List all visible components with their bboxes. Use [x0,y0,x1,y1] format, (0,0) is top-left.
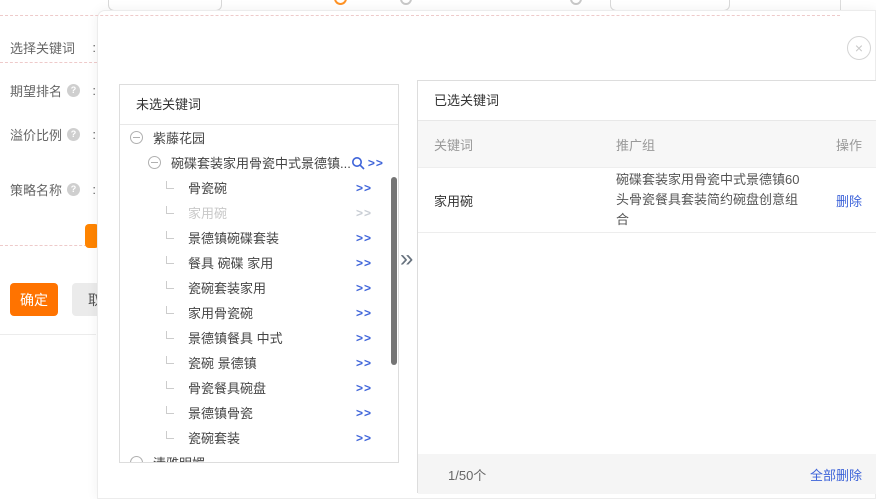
cell-group: 碗碟套装家用骨瓷中式景德镇60头骨瓷餐具套装简约碗盘创意组合 [600,170,820,230]
add-keyword-button[interactable]: >> [356,331,372,345]
branch-icon [166,231,174,239]
keyword-item: 家用骨瓷碗 >> [120,300,398,325]
keyword-count: 1/50个 [448,465,486,484]
column-keyword: 关键词 [418,135,600,154]
unselected-keywords-panel: 未选关键词 紫藤花园 碗碟套装家用骨瓷中式景德镇... >> 骨瓷碗 [119,84,399,463]
add-keyword-button: >> [356,206,372,220]
add-keyword-button[interactable]: >> [356,431,372,445]
dashed-separator [0,62,97,63]
confirm-button[interactable]: 确定 [10,283,58,316]
branch-icon [166,331,174,339]
form-label-keywords: 选择关键词 : [10,38,96,57]
label-text: 策略名称 [10,180,62,199]
selected-keywords-panel: 已选关键词 关键词 推广组 操作 家用碗 碗碟套装家用骨瓷中式景德镇60头骨瓷餐… [417,80,876,493]
branch-icon [166,181,174,189]
keyword-item-disabled: 家用碗 >> [120,200,398,225]
keyword-item: 景德镇碗碟套装 >> [120,225,398,250]
search-icon[interactable] [351,156,365,170]
keyword-item: 瓷碗套装 >> [120,425,398,450]
cutoff-help-icon [570,0,582,5]
add-all-button[interactable]: >> [368,156,384,170]
form-label-premium-ratio: 溢价比例 ? : [10,125,96,144]
table-header: 关键词 推广组 操作 [418,121,876,168]
keyword-item: 景德镇骨瓷 >> [120,400,398,425]
keyword-item: 骨瓷碗 >> [120,175,398,200]
collapse-icon[interactable] [130,131,143,144]
add-keyword-button[interactable]: >> [356,231,372,245]
keyword-select-modal: × 未选关键词 紫藤花园 碗碟套装家用骨瓷中式景德镇... >> [97,10,876,499]
branch-icon [166,206,174,214]
collapse-icon[interactable] [148,156,161,169]
label-text: 期望排名 [10,81,62,100]
form-label-expected-rank: 期望排名 ? : [10,81,96,100]
collapse-icon[interactable] [130,456,143,463]
section-divider [0,334,96,335]
delete-link[interactable]: 删除 [836,194,862,209]
label-colon: : [92,83,96,98]
panel-title: 已选关键词 [418,81,876,121]
keyword-tree: 紫藤花园 碗碟套装家用骨瓷中式景德镇... >> 骨瓷碗 >> [120,125,398,463]
keyword-item: 景德镇餐具 中式 >> [120,325,398,350]
help-icon[interactable]: ? [67,128,80,141]
keyword-item: 骨瓷餐具碗盘 >> [120,375,398,400]
label-colon: : [92,127,96,142]
add-keyword-button[interactable]: >> [356,356,372,370]
help-icon[interactable]: ? [67,84,80,97]
panel-title: 未选关键词 [120,85,398,125]
branch-icon [166,256,174,264]
label-colon: : [92,40,96,55]
table-row: 家用碗 碗碟套装家用骨瓷中式景德镇60头骨瓷餐具套装简约碗盘创意组合 删除 [418,168,876,233]
scrollbar-thumb[interactable] [391,177,397,365]
add-keyword-button[interactable]: >> [356,381,372,395]
branch-icon [166,381,174,389]
tree-group-store[interactable]: 紫藤花园 [120,125,398,150]
branch-icon [166,431,174,439]
label-text: 选择关键词 [10,38,75,57]
keyword-item: 瓷碗套装家用 >> [120,275,398,300]
help-icon[interactable]: ? [67,183,80,196]
transfer-right-icon[interactable]: » [400,247,413,271]
selected-footer: 1/50个 全部删除 [418,454,876,494]
label-text: 溢价比例 [10,125,62,144]
screen: 选择关键词 : 期望排名 ? : 溢价比例 ? : 策略名称 ? : 取 确定 … [0,0,876,499]
column-action: 操作 [820,135,876,154]
keyword-item: 餐具 碗碟 家用 >> [120,250,398,275]
cutoff-help-icon [400,0,412,5]
form-label-strategy-name: 策略名称 ? : [10,180,96,199]
cell-keyword: 家用碗 [418,191,600,210]
tree-group-store-2[interactable]: 清雅明媚 [120,450,398,463]
delete-all-link[interactable]: 全部删除 [810,465,862,484]
branch-icon [166,356,174,364]
close-icon[interactable]: × [847,36,871,60]
keyword-item: 瓷碗 景德镇 >> [120,350,398,375]
add-keyword-button[interactable]: >> [356,181,372,195]
label-colon: : [92,182,96,197]
add-keyword-button[interactable]: >> [356,306,372,320]
add-keyword-button[interactable]: >> [356,406,372,420]
add-keyword-button[interactable]: >> [356,256,372,270]
add-keyword-button[interactable]: >> [356,281,372,295]
column-group: 推广组 [600,135,820,154]
dashed-separator-top [0,15,840,16]
branch-icon [166,406,174,414]
dashed-separator [0,245,97,246]
branch-icon [166,281,174,289]
cutoff-orange-icon [334,0,347,5]
branch-icon [166,306,174,314]
tree-group-product[interactable]: 碗碟套装家用骨瓷中式景德镇... >> [120,150,398,175]
